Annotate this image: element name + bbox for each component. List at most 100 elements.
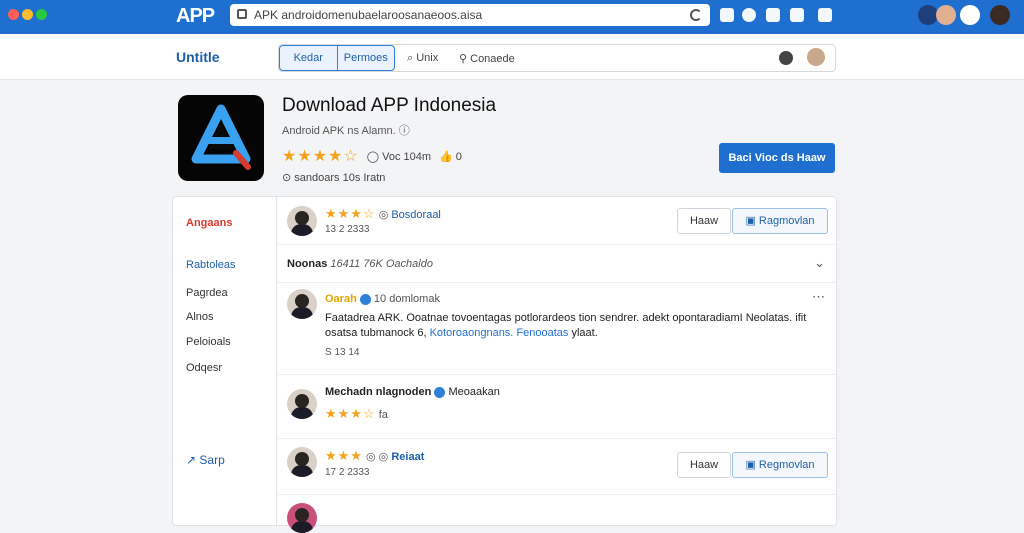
comment-body: Faatadrea ARK. Ooatnae tovoentagas potlo… [325,311,825,341]
brand-logo: APP [176,5,215,27]
search-link[interactable]: ⌕ Unix [407,52,438,65]
review-1-action-button[interactable]: ▣ Ragmovlan [732,208,828,234]
section-label: Noonas [287,258,328,270]
app-logo-icon [191,104,251,170]
review-3-stars: ★★★ [325,448,363,463]
chevron-down-icon[interactable]: ⌄ [814,255,825,271]
reviewer-4-avatar [287,503,317,533]
comment-link-1[interactable]: Kotoroaongnans. [430,327,514,339]
rating-stars: ★★★★☆ [282,148,359,165]
message-icon[interactable] [779,51,793,65]
url-text: APK androidomenubaelaroosanaeoos.aisa [254,8,483,22]
commenter-avatar [287,289,317,319]
nav-avatar[interactable] [807,48,825,66]
window-minimize-dot[interactable] [22,9,33,20]
site-title[interactable]: Untitle [176,49,220,65]
review-1-date: 13 2 2333 [325,224,370,235]
seg-right[interactable]: Permoes [336,46,395,70]
review-2-badge: Meoaakan [448,386,500,398]
comment-link-2[interactable]: Fenooatas [516,327,568,339]
review-3-view-button[interactable]: Haaw [677,452,731,478]
settings-icon[interactable] [960,5,980,25]
review-row-3: ★★★ ◎ ◎ Reiaat 17 2 2333 Haaw ▣ Regmovla… [277,439,837,495]
section-meta: 16411 76K Oachaldo [330,258,433,270]
sidebar-item-6[interactable]: Odqesr [186,362,222,374]
review-1-action-label: Ragmovlan [758,215,815,227]
download-button[interactable]: Baci Vioc ds Haaw [719,143,835,173]
setup-label: Sarp [199,453,225,467]
review-section-header[interactable]: Noonas 16411 76K Oachaldo ⌄ [277,245,837,283]
seg-left[interactable]: Kedar [280,46,337,70]
verified-icon [359,293,371,305]
chat-icon[interactable] [790,8,804,22]
like-button[interactable]: 👍 0 [439,150,462,163]
grid-icon[interactable] [720,8,734,22]
app-header [0,80,1024,195]
rating-row: ★★★★☆ ◯ Voc 104m 👍 0 [282,146,462,166]
comment-author[interactable]: Oarah [325,293,357,305]
review-2-header: Mechadn nlagnoden Meoaakan [325,386,500,398]
review-2-author[interactable]: Mechadn nlagnoden [325,386,431,398]
review-row-1: ★★★☆ ◎ Bosdoraal 13 2 2333 Haaw ▣ Ragmov… [277,197,837,245]
avatar[interactable] [936,5,956,25]
reviews-main: ★★★☆ ◎ Bosdoraal 13 2 2333 Haaw ▣ Ragmov… [277,197,837,533]
search-link-label: Unix [416,52,439,64]
review-1-meta: ★★★☆ ◎ Bosdoraal [325,206,441,221]
verified-icon [434,386,446,398]
contact-link-label: Conaede [470,53,515,65]
review-3-action-button[interactable]: ▣ Regmovlan [732,452,828,478]
section-header-text: Noonas 16411 76K Oachaldo [287,258,433,270]
nav-search-bar: Kedar Permoes ⌕ Unix ⚲ Conaede [278,44,836,72]
sidebar-item-4[interactable]: Alnos [186,311,214,323]
review-3-meta: ★★★ ◎ ◎ Reiaat [325,448,425,463]
app-icon [178,95,264,181]
comment-small: S 13 14 [325,347,360,358]
review-3-date: 17 2 2333 [325,467,370,478]
app-subtitle: Android APK ns Alamn. ⓘ [282,125,410,137]
sidebar: Angaans Rabtoleas Pagrdea Alnos Peloioal… [173,197,277,527]
review-3-action-label: Regmovlan [758,459,815,471]
review-3-tag: Reiaat [391,451,425,463]
comments-count[interactable]: ◯ Voc 104m [367,150,431,163]
review-2-count: fa [378,409,388,421]
sidebar-item-2[interactable]: Rabtoleas [186,259,236,271]
notification-icon[interactable] [818,8,832,22]
review-2-stars: ★★★☆ [325,406,376,421]
like-count: 0 [455,150,462,163]
url-bar[interactable]: APK androidomenubaelaroosanaeoos.aisa [230,4,710,26]
user-avatar[interactable] [990,5,1010,25]
downloads-text: sandoars 10s Iratn [294,172,386,184]
reviewer-avatar [287,206,317,236]
clock-icon[interactable] [742,8,756,22]
sidebar-item-5[interactable]: Peloioals [186,336,231,348]
segmented-control: Kedar Permoes [279,45,395,71]
site-navbar: Untitle Kedar Permoes ⌕ Unix ⚲ Conaede [0,34,1024,80]
review-1-stars: ★★★☆ [325,206,376,221]
comment-text-1: Faatadrea ARK. Ooatnae tovoentagas potlo… [325,312,793,324]
app-title: Download APP Indonesia [282,95,497,116]
reviewer-3-avatar [287,447,317,477]
window-close-dot[interactable] [8,9,19,20]
sidebar-item-active[interactable]: Angaans [186,217,232,229]
contact-link[interactable]: ⚲ Conaede [459,52,515,65]
comment-text-3: ylaat. [571,327,598,339]
reviewer-2-avatar [287,389,317,419]
review-1-view-button[interactable]: Haaw [677,208,731,234]
downloads-info: ⊙ sandoars 10s Iratn [282,172,386,184]
app-subtitle-text: Android APK ns Alamn. [282,125,396,137]
lock-icon [237,9,247,19]
reload-icon[interactable] [690,9,702,21]
review-1-tag: Bosdoraal [391,209,441,221]
review-row-2: Mechadn nlagnoden Meoaakan ★★★☆ fa [277,375,837,439]
profile-icon[interactable] [918,5,938,25]
review-row-4 [277,495,837,533]
reviews-card: Angaans Rabtoleas Pagrdea Alnos Peloioal… [172,196,837,533]
comments-text: Voc 104m [382,150,432,163]
window-maximize-dot[interactable] [36,9,47,20]
sidebar-item-3[interactable]: Pagrdea [186,287,228,299]
window-icon[interactable] [766,8,780,22]
browser-topbar: APP APK androidomenubaelaroosanaeoos.ais… [0,0,1024,34]
comment-header: Oarah 10 domlomak [325,293,440,305]
more-options-icon[interactable]: ⋯ [812,289,825,305]
setup-link[interactable]: ↗ Sarp [186,453,225,467]
